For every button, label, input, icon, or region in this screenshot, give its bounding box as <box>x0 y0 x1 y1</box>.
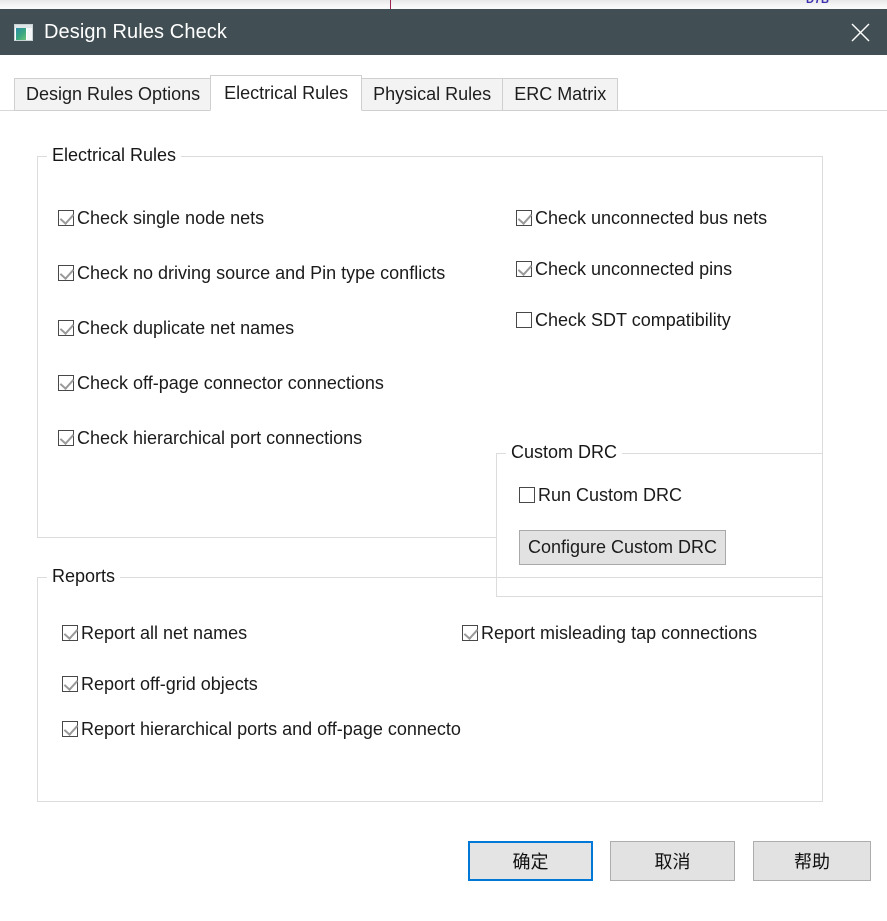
tab-design-rules-options[interactable]: Design Rules Options <box>14 78 212 111</box>
tab-panel-electrical-rules: Electrical Rules Check single node nets … <box>0 111 887 921</box>
checkbox-label: Check off-page connector connections <box>77 373 384 393</box>
checkbox-box <box>516 210 532 226</box>
checkbox-check-single-node-nets[interactable]: Check single node nets <box>58 209 264 227</box>
checkbox-label: Check unconnected bus nets <box>535 208 768 228</box>
tab-erc-matrix[interactable]: ERC Matrix <box>502 78 619 111</box>
checkbox-check-no-driving-source-and-pin-type-conflicts[interactable]: Check no driving source and Pin type con… <box>58 264 445 282</box>
checkbox-report-misleading-tap-connections[interactable]: Report misleading tap connections <box>462 624 757 642</box>
checkbox-check-sdt-compatibility[interactable]: Check SDT compatibility <box>516 311 731 329</box>
tab-label: Physical Rules <box>373 84 492 104</box>
design-rules-check-dialog: Design Rules Check Design Rules Options … <box>0 9 887 921</box>
tab-label: ERC Matrix <box>514 84 607 104</box>
group-reports: Reports Report all net names Report off-… <box>37 566 823 802</box>
checkbox-label: Run Custom DRC <box>538 485 683 505</box>
group-title-custom-drc: Custom DRC <box>506 442 623 463</box>
tab-electrical-rules[interactable]: Electrical Rules <box>210 75 363 111</box>
checkbox-label: Report all net names <box>81 623 248 643</box>
configure-custom-drc-button[interactable]: Configure Custom DRC <box>519 530 726 565</box>
tab-bar: Design Rules Options Electrical Rules Ph… <box>0 75 887 111</box>
button-label: Configure Custom DRC <box>527 537 718 557</box>
checkbox-label: Report off-grid objects <box>81 674 258 694</box>
group-title-reports: Reports <box>47 566 121 587</box>
cancel-button[interactable]: 取消 <box>610 841 735 881</box>
checkbox-check-duplicate-net-names[interactable]: Check duplicate net names <box>58 319 294 337</box>
checkbox-box <box>58 430 74 446</box>
dialog-titlebar: Design Rules Check <box>0 9 887 55</box>
checkbox-check-off-page-connector-connections[interactable]: Check off-page connector connections <box>58 374 384 392</box>
background-marker-line <box>390 0 391 9</box>
button-label: 取消 <box>654 852 691 872</box>
checkbox-report-off-grid-objects[interactable]: Report off-grid objects <box>62 675 258 693</box>
checkbox-box <box>516 312 532 328</box>
checkbox-box <box>62 625 78 641</box>
checkbox-box <box>519 487 535 503</box>
checkbox-check-hierarchical-port-connections[interactable]: Check hierarchical port connections <box>58 429 362 447</box>
checkbox-box <box>62 721 78 737</box>
tab-physical-rules[interactable]: Physical Rules <box>361 78 503 111</box>
checkbox-check-unconnected-pins[interactable]: Check unconnected pins <box>516 260 732 278</box>
tab-label: Design Rules Options <box>26 84 201 104</box>
button-label: 确定 <box>512 852 549 872</box>
dialog-title: Design Rules Check <box>44 20 227 43</box>
checkbox-label: Check unconnected pins <box>535 259 733 279</box>
window-app-icon <box>14 23 33 41</box>
checkbox-label: Report misleading tap connections <box>481 623 758 643</box>
checkbox-label: Check duplicate net names <box>77 318 295 338</box>
checkbox-report-all-net-names[interactable]: Report all net names <box>62 624 247 642</box>
button-label: 帮助 <box>794 852 830 872</box>
dialog-button-bar: 确定 取消 帮助 <box>0 825 887 921</box>
checkbox-box <box>58 375 74 391</box>
checkbox-check-unconnected-bus-nets[interactable]: Check unconnected bus nets <box>516 209 767 227</box>
tab-label: Electrical Rules <box>224 82 349 103</box>
checkbox-label: Report hierarchical ports and off-page c… <box>81 719 461 739</box>
checkbox-box <box>62 676 78 692</box>
checkbox-box <box>516 261 532 277</box>
group-title-electrical-rules: Electrical Rules <box>47 145 182 166</box>
group-custom-drc: Custom DRC Run Custom DRC Configure Cust… <box>496 442 823 597</box>
checkbox-label: Check hierarchical port connections <box>77 428 363 448</box>
checkbox-label: Check single node nets <box>77 208 265 228</box>
checkbox-box <box>58 265 74 281</box>
checkbox-box <box>58 320 74 336</box>
ok-button[interactable]: 确定 <box>468 841 593 881</box>
background-text-fragment: D7B <box>806 0 830 6</box>
checkbox-label: Check SDT compatibility <box>535 310 731 330</box>
checkbox-box <box>58 210 74 226</box>
close-icon[interactable] <box>833 9 887 55</box>
checkbox-box <box>462 625 478 641</box>
help-button[interactable]: 帮助 <box>753 841 871 881</box>
checkbox-label: Check no driving source and Pin type con… <box>77 263 446 283</box>
checkbox-report-hierarchical-ports-and-off-page-connectors[interactable]: Report hierarchical ports and off-page c… <box>62 720 461 738</box>
checkbox-run-custom-drc[interactable]: Run Custom DRC <box>519 486 682 504</box>
background-app-strip: D7B <box>0 0 887 9</box>
